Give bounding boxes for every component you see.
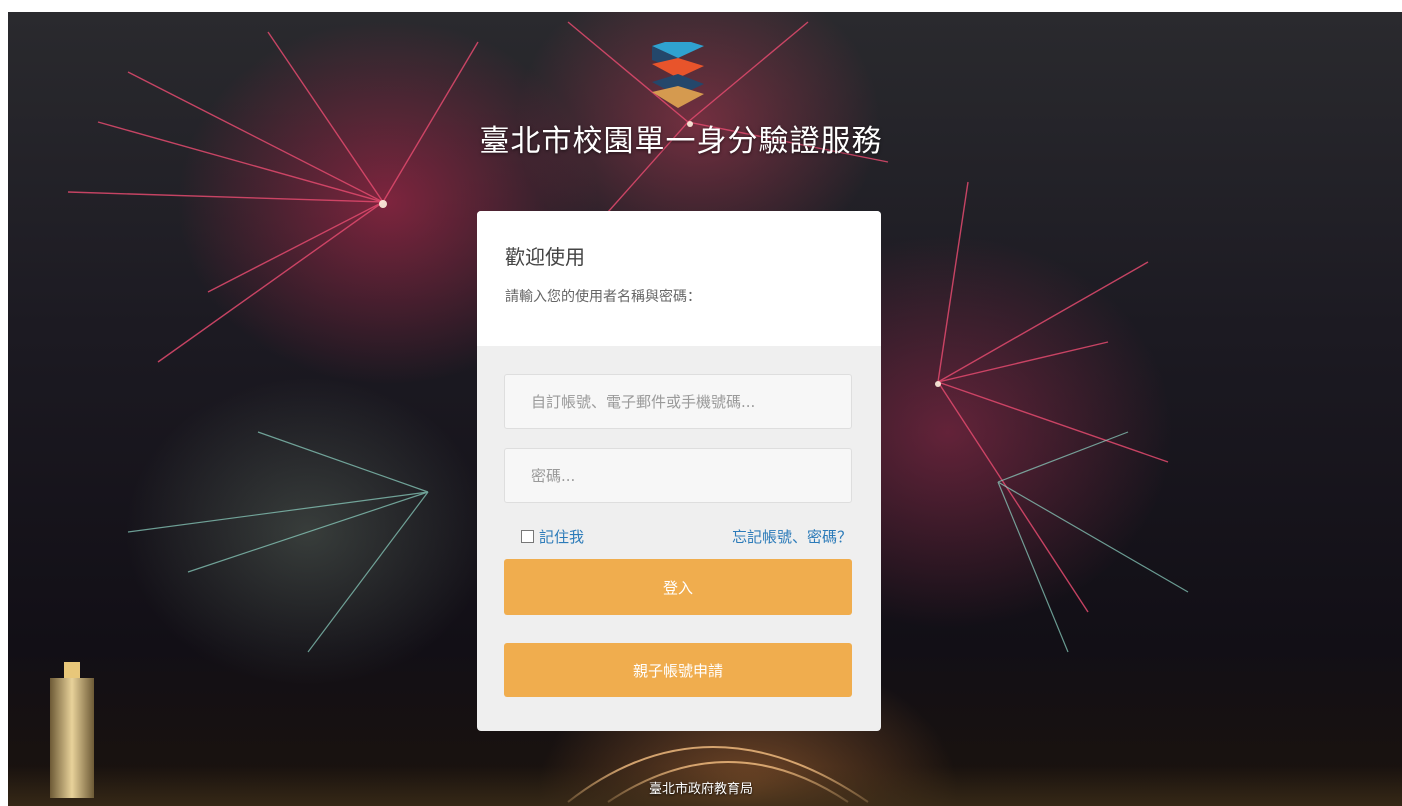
logo-icon [652, 38, 704, 112]
remember-me-checkbox[interactable]: 記住我 [521, 526, 584, 547]
footer-text: 臺北市政府教育局 [648, 782, 753, 797]
login-button[interactable]: 登入 [504, 559, 852, 615]
skyscraper-top [64, 662, 80, 678]
welcome-heading: 歡迎使用 [505, 245, 585, 269]
login-card-header: 歡迎使用 請輸入您的使用者名稱與密碼： [477, 211, 881, 346]
parent-account-apply-button[interactable]: 親子帳號申請 [504, 643, 852, 697]
login-instructions: 請輸入您的使用者名稱與密碼： [505, 289, 701, 305]
password-input[interactable] [504, 448, 852, 503]
checkbox-icon[interactable] [521, 530, 534, 543]
page-title: 臺北市校園單一身分驗證服務 [479, 124, 883, 159]
account-input[interactable] [504, 374, 852, 429]
forgot-credentials-link[interactable]: 忘記帳號、密碼？ [732, 526, 852, 547]
remember-me-label: 記住我 [539, 528, 585, 546]
login-card: 歡迎使用 請輸入您的使用者名稱與密碼： 記住我 忘記帳號、密碼？ 登入 親子帳號… [477, 211, 881, 731]
